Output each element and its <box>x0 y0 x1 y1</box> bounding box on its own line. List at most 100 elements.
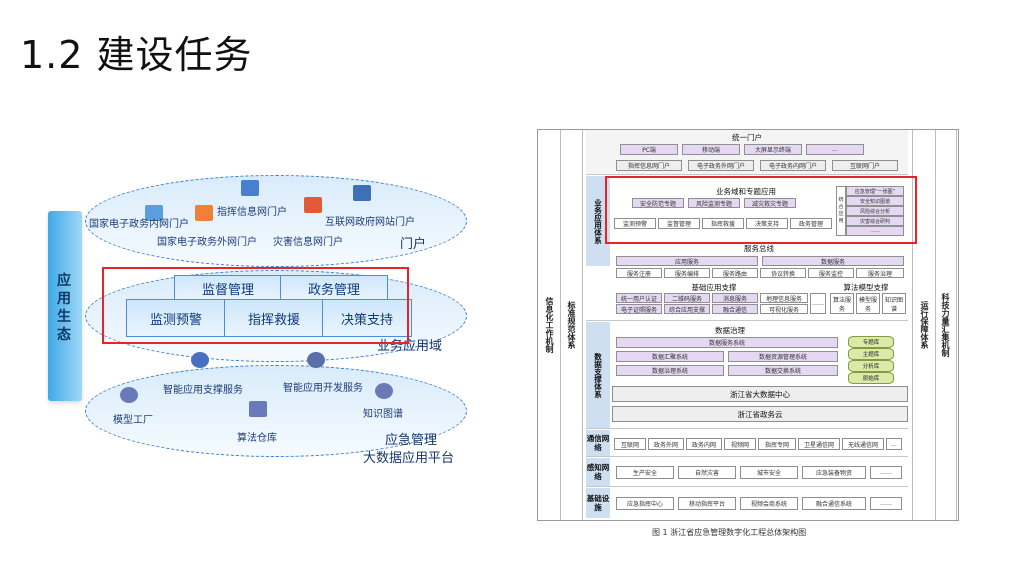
platform-item: 智能应用开发服务 <box>283 383 363 394</box>
data-store: 主题库 <box>848 348 894 360</box>
data-store: 原始库 <box>848 372 894 384</box>
data-center: 浙江省大数据中心 <box>612 386 908 402</box>
molecule-icon <box>307 352 325 368</box>
band-label: 感知网络 <box>586 458 610 486</box>
gov-cloud: 浙江省政务云 <box>612 406 908 422</box>
bus-item: 应用服务 <box>616 256 758 266</box>
support-item: 融合通信 <box>712 304 758 314</box>
platform-item: 算法仓库 <box>237 433 277 444</box>
bus-service: 服务编排 <box>664 268 710 278</box>
portal-item: 大屏显示终端 <box>744 144 802 155</box>
infra-band: 基础设施 应急指挥中心 移动指挥平台 视频会商系统 融合通信系统 …… <box>586 488 908 518</box>
band-label-text: 感知网络 <box>586 463 610 481</box>
infra-item: 移动指挥平台 <box>678 497 736 510</box>
sensing-item: 城市安全 <box>740 466 798 479</box>
network-item: 卫星通信网 <box>798 438 840 450</box>
highlight-box <box>605 176 917 244</box>
database-icon <box>249 401 267 417</box>
portal-item: 指挥信息网门户 <box>217 207 287 218</box>
bus-service: 服务监控 <box>808 268 854 278</box>
portal-layer-title: 门户 <box>400 237 427 252</box>
gear-icon <box>120 387 138 403</box>
infra-item: …… <box>870 497 902 510</box>
bus-service: 服务注册 <box>616 268 662 278</box>
support-item: 二维码服务 <box>664 293 710 303</box>
platform-layer-title-2: 大数据应用平台 <box>363 451 455 466</box>
network-icon <box>304 197 322 213</box>
ecosystem-pillar-label: 应用生态 <box>57 273 71 343</box>
support-item: 综合应用支撑 <box>664 304 710 314</box>
portal-item: 国家电子政务外网门户 <box>157 237 257 248</box>
band-label-text: 通信网络 <box>586 434 610 452</box>
algo-item: 知识图谱 <box>882 293 906 314</box>
portal-item: ... <box>806 144 864 155</box>
support-title: 基础应用支撑 <box>691 283 737 292</box>
dashboard-icon <box>241 180 259 196</box>
subportal: 电子政务外网门户 <box>688 160 754 171</box>
network-item: 政务外网 <box>648 438 684 450</box>
infra-item: 应急指挥中心 <box>616 497 674 510</box>
cloud-icon <box>375 383 393 399</box>
data-row: 数据交换系统 <box>728 365 838 376</box>
support-item: 消息服务 <box>712 293 758 303</box>
network-item: 互联网 <box>614 438 646 450</box>
network-item: 无线通信网 <box>842 438 884 450</box>
band-label: 通信网络 <box>586 430 610 456</box>
network-item: 政务内网 <box>686 438 722 450</box>
band-label: 基础设施 <box>586 488 610 518</box>
side-bar-label: 标准规范体系 <box>567 301 576 349</box>
figure-caption: 图 1 浙江省应急管理数字化工程总体架构图 <box>652 528 807 537</box>
data-store: 专题库 <box>848 336 894 348</box>
algo-title: 算法模型支撑 <box>843 283 889 292</box>
band-label-text: 业务应用体系 <box>593 198 603 244</box>
sensing-band: 感知网络 生产安全 自然灾害 城市安全 应急装备物资 …… <box>586 458 908 487</box>
platform-item: 智能应用支撑服务 <box>163 385 243 396</box>
bus-title: 服务总线 <box>744 244 774 253</box>
sensing-item: …… <box>870 466 902 479</box>
support-item: 统一用户认证 <box>616 293 662 303</box>
network-item: 视频网 <box>724 438 756 450</box>
algo-item: 模型服务 <box>856 293 880 314</box>
support-item: 电子证照服务 <box>616 304 662 314</box>
side-bar-label: 科技力量汇集机制 <box>941 293 950 357</box>
side-bar: 标准规范体系 <box>560 130 583 520</box>
platform-item: 知识图谱 <box>363 409 403 420</box>
band-label-text: 数据支撑体系 <box>593 352 603 398</box>
portal-title: 统一门户 <box>732 133 762 142</box>
infra-item: 融合通信系统 <box>802 497 866 510</box>
network-item: ... <box>886 438 902 450</box>
platform-item: 模型工厂 <box>113 415 153 426</box>
support-item: 地理信息服务 <box>760 293 808 303</box>
sensing-item: 自然灾害 <box>678 466 736 479</box>
portal-item: 互联网政府网站门户 <box>325 217 415 228</box>
screen-icon <box>195 205 213 221</box>
platform-layer-title-1: 应急管理 <box>385 433 438 448</box>
bus-service: 服务治理 <box>856 268 904 278</box>
support-item: …… <box>810 293 826 314</box>
page-title: 1.2 建设任务 <box>20 33 253 77</box>
sensing-item: 生产安全 <box>616 466 674 479</box>
data-band: 数据支撑体系 数据治理 数据服务系统 数据汇聚系统 数据治理系统 数据资源管理系… <box>586 322 908 429</box>
support-item: 可视化服务 <box>760 304 808 314</box>
network-band: 通信网络 互联网 政务外网 政务内网 视频网 指挥专网 卫星通信网 无线通信网 … <box>586 430 908 457</box>
side-bar-label: 信息化工作机制 <box>545 297 554 353</box>
browser-icon <box>353 185 371 201</box>
bus-service: 协议转换 <box>760 268 806 278</box>
data-row: 数据资源管理系统 <box>728 351 838 362</box>
bus-service: 服务路由 <box>712 268 758 278</box>
infra-item: 视频会商系统 <box>740 497 798 510</box>
algo-item: 算法服务 <box>830 293 854 314</box>
subportal: 指挥信息网门户 <box>616 160 682 171</box>
portal-item: 移动端 <box>682 144 740 155</box>
band-label-text: 基础设施 <box>586 494 610 512</box>
data-store: 分析库 <box>848 360 894 372</box>
portal-item: 灾害信息网门户 <box>273 237 343 248</box>
band-label: 数据支撑体系 <box>586 322 610 428</box>
sensing-item: 应急装备物资 <box>802 466 866 479</box>
data-row: 数据服务系统 <box>616 337 838 348</box>
bus-item: 数据服务 <box>762 256 904 266</box>
side-bar: 信息化工作机制 <box>538 130 561 520</box>
network-item: 指挥专网 <box>758 438 796 450</box>
portal-band: 统一门户 PC端 移动端 大屏显示终端 ... 指挥信息网门户 电子政务外网门户… <box>586 130 908 175</box>
portal-item: PC端 <box>620 144 678 155</box>
